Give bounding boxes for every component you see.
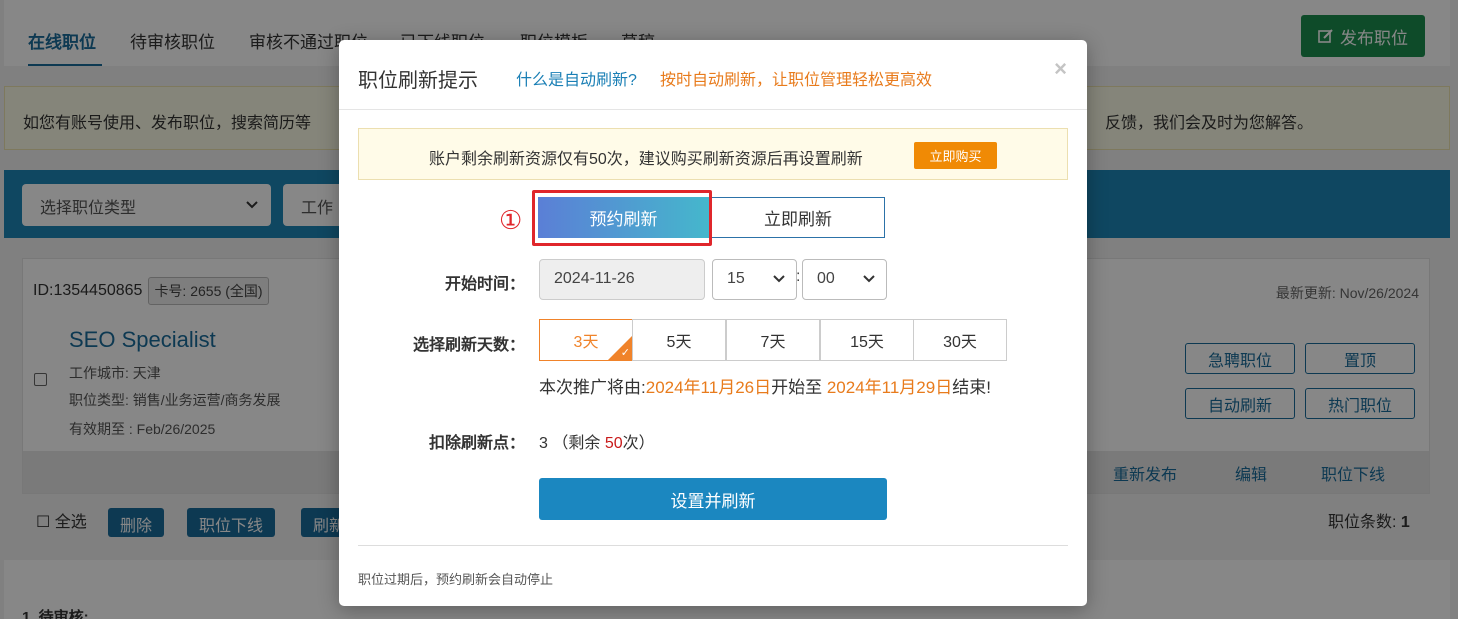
refresh-days-label: 选择刷新天数： bbox=[412, 337, 525, 354]
hour-select-value: 15 bbox=[727, 270, 745, 287]
instant-refresh-tab[interactable]: 立即刷新 bbox=[711, 197, 885, 238]
promo-start-date: 2024年11月26日 bbox=[645, 378, 772, 397]
set-and-refresh-button[interactable]: 设置并刷新 bbox=[539, 478, 887, 520]
day-option-15[interactable]: 15天 bbox=[820, 319, 914, 361]
promotion-period: 本次推广将由:2024年11月26日开始至 2024年11月29日结束! bbox=[539, 373, 991, 398]
modal-tip: 按时自动刷新，让职位管理轻松更高效 bbox=[660, 72, 933, 89]
promo-prefix: 本次推广将由: bbox=[539, 378, 646, 397]
check-icon: ✓ bbox=[620, 347, 630, 359]
chevron-down-icon bbox=[863, 275, 875, 283]
deduct-remain-prefix: （剩余 bbox=[552, 435, 605, 452]
resource-warning-text: 账户剩余刷新资源仅有50次，建议购买刷新资源后再设置刷新 bbox=[429, 151, 863, 168]
buy-now-button[interactable]: 立即购买 bbox=[914, 142, 997, 169]
resource-warning: 账户剩余刷新资源仅有50次，建议购买刷新资源后再设置刷新 立即购买 bbox=[358, 128, 1068, 180]
deduct-remain-value: 50 bbox=[604, 435, 623, 452]
hour-select[interactable]: 15 bbox=[712, 259, 797, 300]
deduct-remain-suffix: 次） bbox=[622, 435, 655, 452]
start-time-label: 开始时间： bbox=[444, 276, 525, 293]
start-date-input[interactable]: 2024-11-26 bbox=[539, 259, 705, 300]
promo-mid: 开始至 bbox=[771, 378, 827, 397]
minute-select-value: 00 bbox=[817, 270, 835, 287]
deduct-points-label: 扣除刷新点： bbox=[428, 435, 525, 452]
what-is-auto-refresh-link[interactable]: 什么是自动刷新? bbox=[516, 66, 637, 90]
day-option-3-label: 3天 bbox=[573, 334, 599, 351]
day-option-30[interactable]: 30天 bbox=[913, 319, 1007, 361]
close-icon[interactable]: × bbox=[1054, 56, 1067, 82]
minute-select[interactable]: 00 bbox=[802, 259, 887, 300]
step-marker: ① bbox=[499, 205, 523, 235]
footer-divider bbox=[358, 545, 1068, 546]
footer-note: 职位过期后，预约刷新会自动停止 bbox=[358, 572, 554, 587]
highlight-box bbox=[532, 190, 712, 246]
time-colon: : bbox=[796, 268, 801, 285]
chevron-down-icon bbox=[773, 275, 785, 283]
day-option-5[interactable]: 5天 bbox=[632, 319, 726, 361]
modal-header: 职位刷新提示 什么是自动刷新? 按时自动刷新，让职位管理轻松更高效 × bbox=[339, 40, 1087, 110]
promo-end-date: 2024年11月29日 bbox=[826, 378, 953, 397]
promo-suffix: 结束! bbox=[952, 378, 991, 397]
modal-title: 职位刷新提示 bbox=[358, 70, 478, 92]
day-option-3[interactable]: 3天 ✓ bbox=[539, 319, 633, 361]
refresh-modal: 职位刷新提示 什么是自动刷新? 按时自动刷新，让职位管理轻松更高效 × 账户剩余… bbox=[339, 40, 1087, 606]
deduct-points: 3 （剩余 50次） bbox=[539, 429, 655, 453]
deduct-points-value: 3 bbox=[539, 435, 548, 452]
day-option-7[interactable]: 7天 bbox=[726, 319, 820, 361]
